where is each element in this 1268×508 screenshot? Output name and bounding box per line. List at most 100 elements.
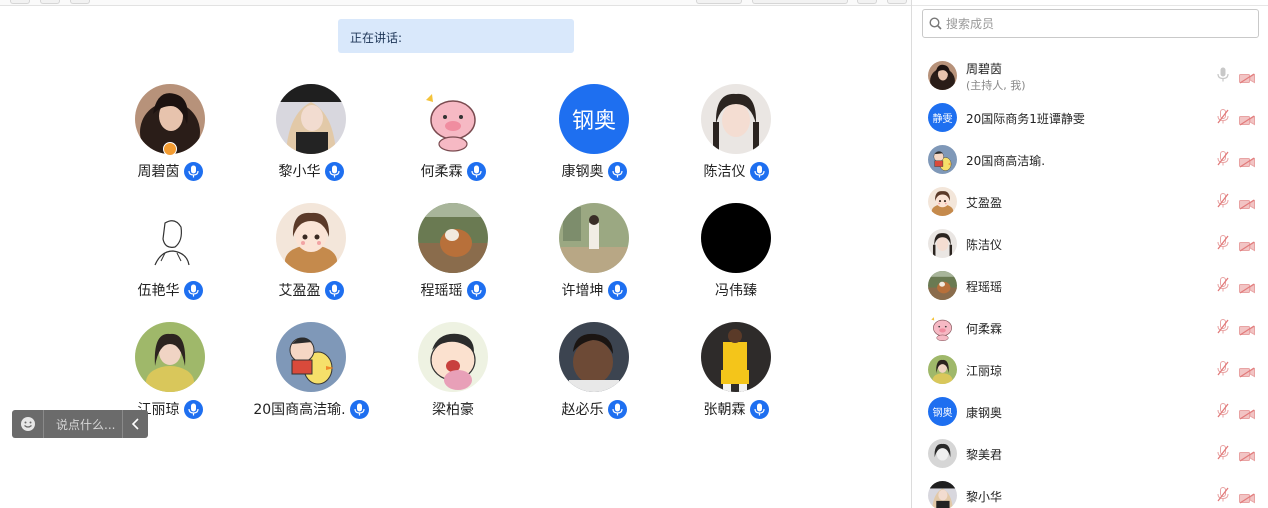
camera-off-icon[interactable]	[1239, 237, 1255, 256]
toolbar-button[interactable]	[857, 0, 877, 4]
mic-muted-icon[interactable]	[1217, 193, 1229, 212]
mic-muted-icon[interactable]	[1217, 277, 1229, 296]
microphone-icon[interactable]	[749, 161, 769, 181]
member-avatar	[928, 313, 957, 342]
participant-tile[interactable]: 艾盈盈	[246, 203, 376, 315]
member-row[interactable]: 黎小华	[912, 474, 1268, 508]
participant-name-row: 艾盈盈	[246, 279, 376, 301]
participant-avatar: 钢奥	[559, 84, 629, 154]
microphone-icon[interactable]	[1217, 67, 1229, 86]
microphone-icon[interactable]	[183, 399, 203, 419]
microphone-icon[interactable]	[466, 280, 486, 300]
camera-off-icon[interactable]	[1239, 279, 1255, 298]
camera-off-icon[interactable]	[1239, 153, 1255, 172]
microphone-icon[interactable]	[183, 161, 203, 181]
camera-off-icon[interactable]	[1239, 405, 1255, 424]
chat-input[interactable]: 说点什么...	[44, 416, 122, 433]
collapse-chat-button[interactable]	[122, 410, 148, 438]
microphone-icon[interactable]	[324, 161, 344, 181]
participant-tile[interactable]: 周碧茵	[105, 84, 235, 196]
camera-off-icon[interactable]	[1239, 321, 1255, 340]
participant-name: 黎小华	[278, 164, 321, 180]
member-name: 江丽琼	[966, 364, 1003, 378]
participant-tile[interactable]: 张朝霖	[671, 322, 801, 434]
microphone-icon[interactable]	[183, 280, 203, 300]
member-row[interactable]: 20国商高洁瑜.	[912, 138, 1268, 180]
participant-name-row: 伍艳华	[105, 279, 235, 301]
participant-tile[interactable]: 钢奥 康钢奥	[529, 84, 659, 196]
participant-avatar	[418, 203, 488, 273]
participant-name-row: 冯伟臻	[671, 279, 801, 301]
toolbar-button[interactable]	[10, 0, 30, 4]
participant-tile[interactable]: 20国商高洁瑜.	[246, 322, 376, 434]
toolbar-button[interactable]	[887, 0, 907, 4]
microphone-icon[interactable]	[607, 161, 627, 181]
mic-muted-icon[interactable]	[1217, 235, 1229, 254]
emoji-button[interactable]	[12, 410, 44, 438]
microphone-icon[interactable]	[349, 399, 369, 419]
mic-muted-icon[interactable]	[1217, 109, 1229, 128]
participant-name-row: 梁柏豪	[388, 398, 518, 420]
camera-off-icon[interactable]	[1239, 111, 1255, 130]
member-row[interactable]: 艾盈盈	[912, 180, 1268, 222]
member-row[interactable]: 钢奥 康钢奥	[912, 390, 1268, 432]
participant-tile[interactable]: 程瑶瑶	[388, 203, 518, 315]
participant-avatar	[701, 203, 771, 273]
participant-avatar	[135, 322, 205, 392]
member-panel: 周碧茵 (主持人, 我) 静雯 20国际商务1班谭静雯 20国商高洁瑜. 艾盈盈陈洁仪程瑶…	[912, 0, 1268, 508]
mic-muted-icon[interactable]	[1217, 445, 1229, 464]
camera-off-icon[interactable]	[1239, 69, 1255, 88]
member-row[interactable]: 陈洁仪	[912, 222, 1268, 264]
search-input[interactable]	[946, 16, 1236, 31]
member-row[interactable]: 何柔霖	[912, 306, 1268, 348]
participant-tile[interactable]: 陈洁仪	[671, 84, 801, 196]
camera-off-icon[interactable]	[1239, 489, 1255, 508]
camera-off-icon[interactable]	[1239, 363, 1255, 382]
mic-muted-icon[interactable]	[1217, 403, 1229, 422]
member-avatar: 钢奥	[928, 397, 957, 426]
participant-avatar	[276, 84, 346, 154]
member-avatar	[928, 61, 957, 90]
member-name: 周碧茵	[966, 62, 1003, 76]
camera-off-icon[interactable]	[1239, 195, 1255, 214]
mic-muted-icon[interactable]	[1217, 151, 1229, 170]
member-name: 陈洁仪	[966, 238, 1003, 252]
participant-name-row: 程瑶瑶	[388, 279, 518, 301]
mic-muted-icon[interactable]	[1217, 487, 1229, 506]
microphone-icon[interactable]	[607, 280, 627, 300]
meeting-window: { "speaking": { "label": "正在讲话:" }, "col…	[0, 0, 1268, 508]
toolbar-button[interactable]	[40, 0, 60, 4]
member-avatar	[928, 229, 957, 258]
microphone-icon[interactable]	[607, 399, 627, 419]
member-name: 黎美君	[966, 448, 1003, 462]
participant-tile[interactable]: 梁柏豪	[388, 322, 518, 434]
member-row[interactable]: 程瑶瑶	[912, 264, 1268, 306]
participant-avatar	[559, 322, 629, 392]
microphone-icon[interactable]	[466, 161, 486, 181]
participant-tile[interactable]: 冯伟臻	[671, 203, 801, 315]
member-row[interactable]: 静雯 20国际商务1班谭静雯	[912, 96, 1268, 138]
participant-avatar	[276, 203, 346, 273]
member-name: 康钢奥	[966, 406, 1003, 420]
member-row[interactable]: 周碧茵 (主持人, 我)	[912, 54, 1268, 96]
member-row[interactable]: 黎美君	[912, 432, 1268, 474]
microphone-icon[interactable]	[324, 280, 344, 300]
participant-tile[interactable]: 黎小华	[246, 84, 376, 196]
participant-tile[interactable]: 何柔霖	[388, 84, 518, 196]
mic-muted-icon[interactable]	[1217, 319, 1229, 338]
mic-muted-icon[interactable]	[1217, 361, 1229, 380]
participant-tile[interactable]: 许增坤	[529, 203, 659, 315]
participant-name: 冯伟臻	[715, 283, 757, 299]
microphone-icon[interactable]	[749, 399, 769, 419]
member-search[interactable]	[922, 9, 1259, 38]
camera-off-icon[interactable]	[1239, 447, 1255, 466]
participant-tile[interactable]: 赵必乐	[529, 322, 659, 434]
chevron-left-icon	[131, 418, 139, 430]
participant-name: 陈洁仪	[703, 164, 746, 180]
toolbar-button[interactable]	[696, 0, 742, 4]
toolbar-button[interactable]	[752, 0, 848, 4]
participant-tile[interactable]: 伍艳华	[105, 203, 235, 315]
member-name: 黎小华	[966, 490, 1003, 504]
member-row[interactable]: 江丽琼	[912, 348, 1268, 390]
toolbar-button[interactable]	[70, 0, 90, 4]
